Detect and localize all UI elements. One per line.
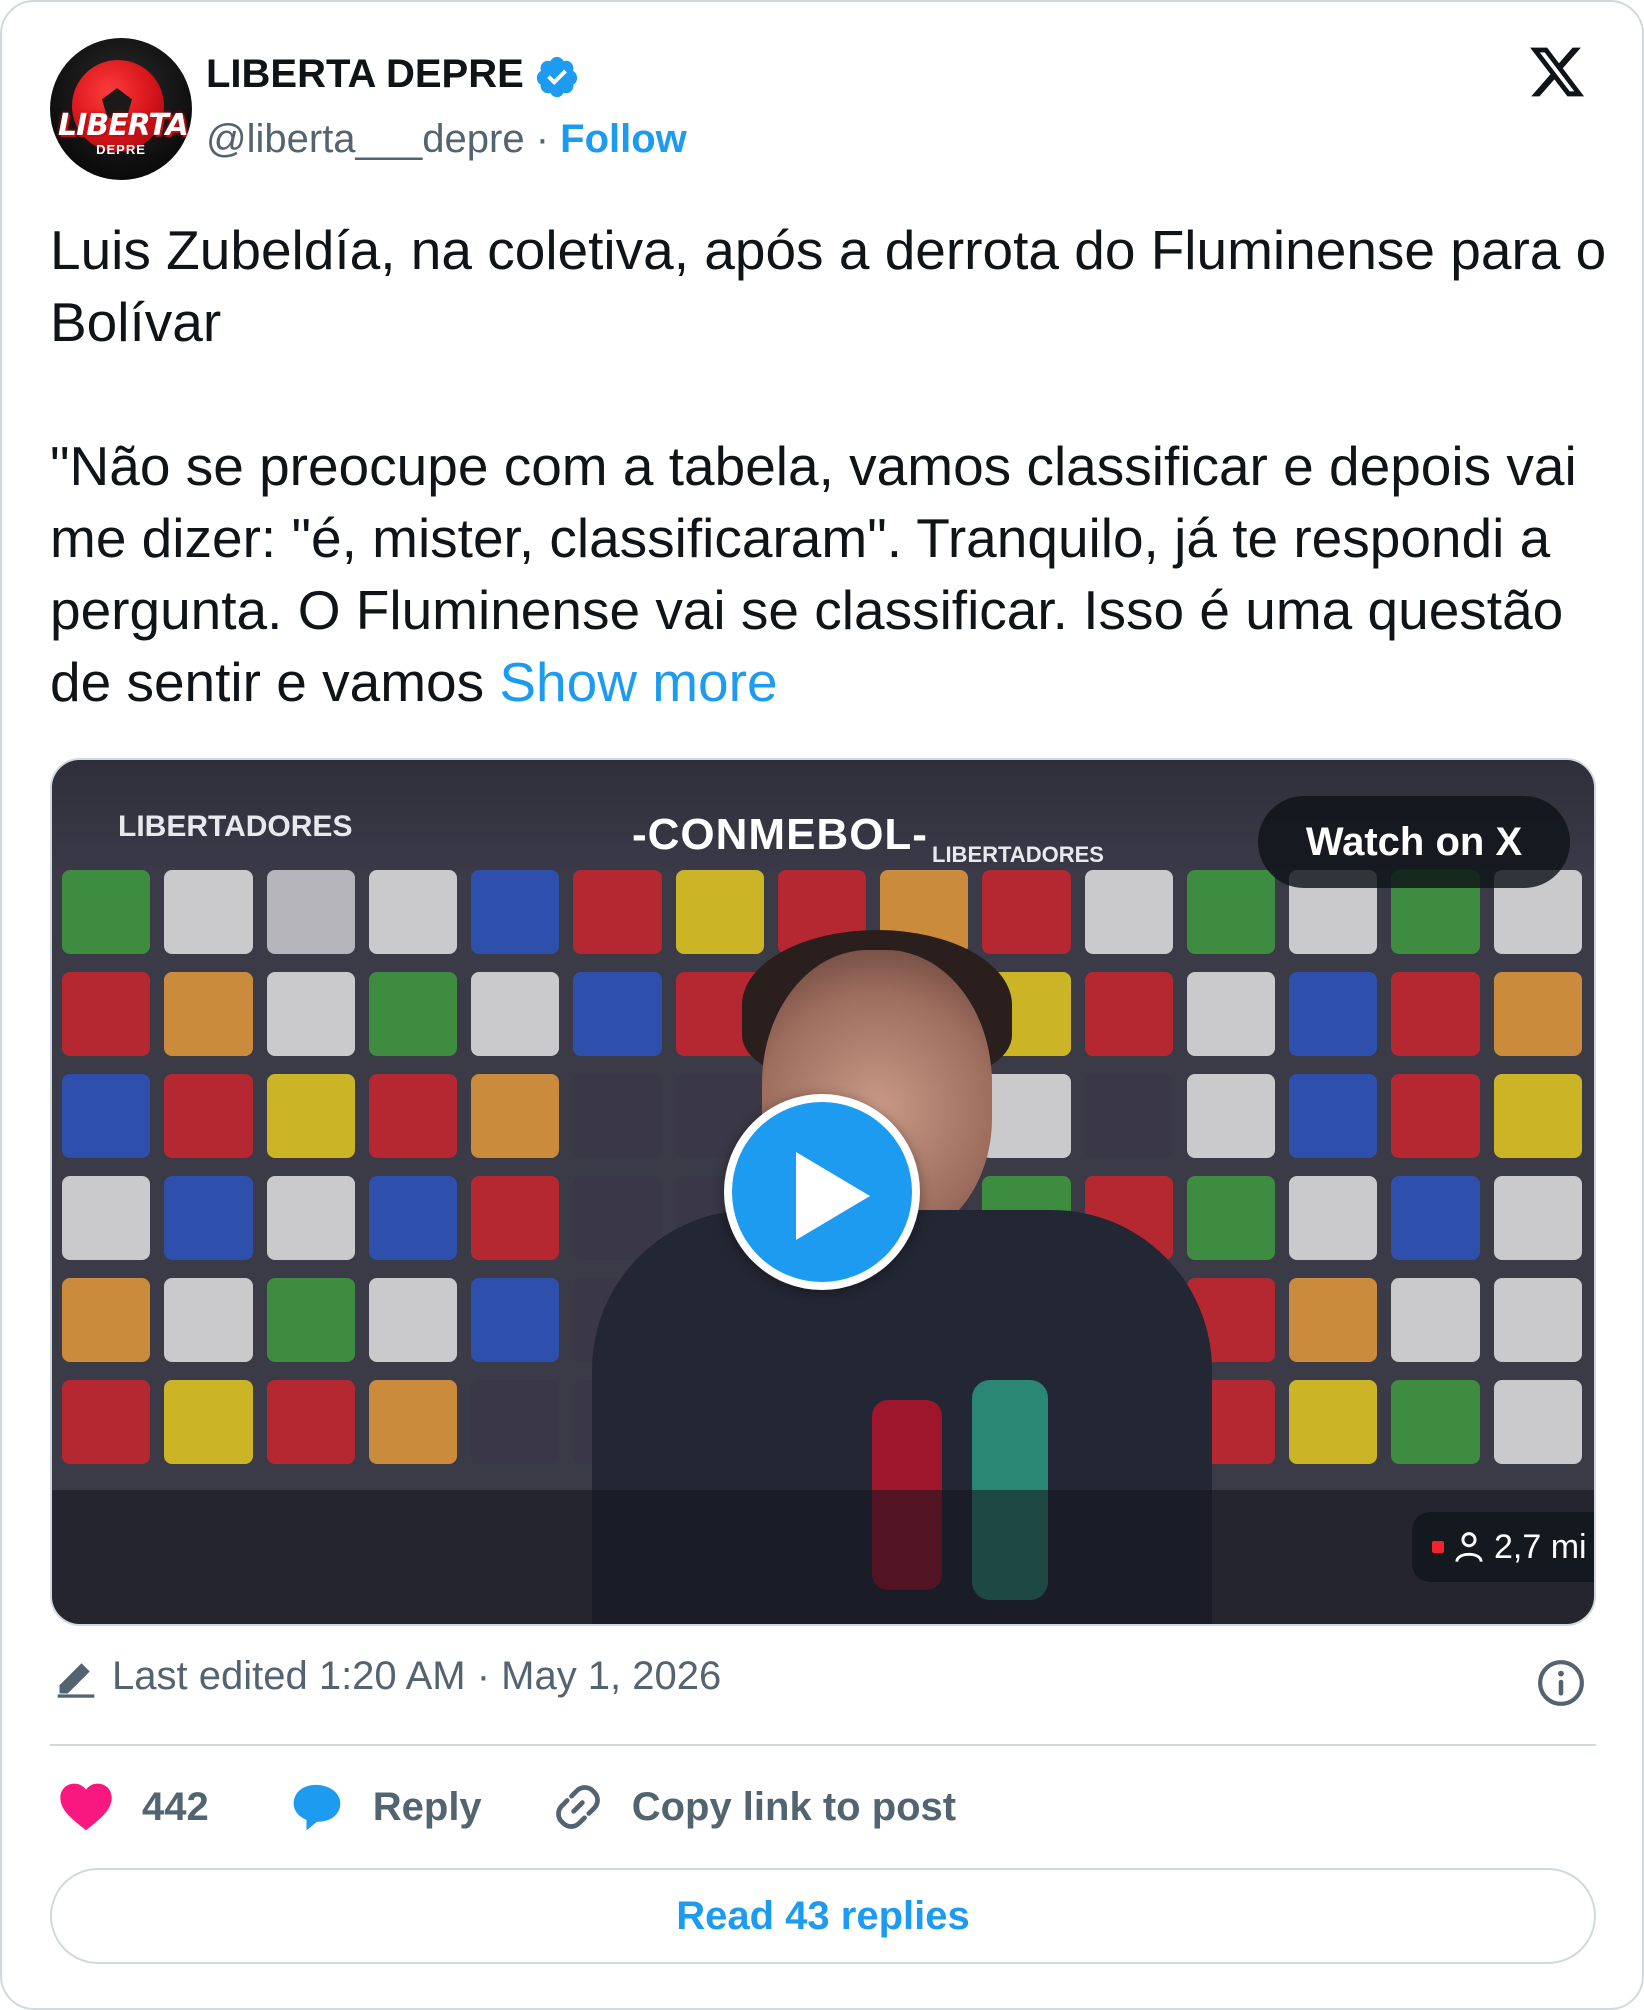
reply-button[interactable]: Reply (289, 1781, 482, 1833)
sponsor-tile (368, 1176, 458, 1260)
sponsor-tile (266, 1380, 355, 1464)
follow-link[interactable]: Follow (560, 117, 687, 161)
sponsor-tile (62, 870, 151, 954)
sponsor-tile (471, 1074, 560, 1158)
sponsor-tile (1493, 972, 1582, 1056)
actions-bar: 442 Reply Copy link to post (58, 1774, 956, 1840)
like-count: 442 (142, 1784, 209, 1829)
sponsor-tile (266, 1278, 355, 1362)
sponsor-tile (1391, 1278, 1480, 1362)
sponsor-tile (164, 1278, 253, 1362)
pencil-icon (57, 1662, 95, 1698)
sponsor-tile (368, 1278, 458, 1362)
author-handle-row: @liberta___depre · Follow (206, 117, 687, 162)
banner-label-center: -CONMEBOL- (632, 810, 928, 859)
verified-badge-icon (536, 56, 578, 98)
last-edited-text[interactable]: Last edited 1:20 AM · May 1, 2026 (112, 1654, 721, 1699)
embedded-post-card: LIBERTA DEPRE LIBERTA DEPRE @liberta___d… (0, 0, 1644, 2010)
sponsor-tile (368, 1074, 458, 1158)
sponsor-tile (1289, 1074, 1378, 1158)
banner-label-left: LIBERTADORES (118, 810, 353, 843)
divider (50, 1744, 1596, 1746)
sponsor-tile (368, 972, 458, 1056)
sponsor-tile (471, 1278, 560, 1362)
reply-bubble-icon (293, 1784, 341, 1831)
reply-label: Reply (372, 1784, 482, 1829)
sponsor-tile (368, 1380, 458, 1464)
sponsor-tile (1289, 972, 1378, 1056)
sponsor-tile (471, 1380, 560, 1464)
sponsor-tile (471, 972, 560, 1056)
viewer-count: 2,7 mi (1494, 1527, 1587, 1566)
sponsor-tile (471, 870, 560, 954)
sponsor-tile (1289, 1176, 1378, 1260)
sponsor-tile (368, 870, 458, 954)
sponsor-tile (62, 1278, 151, 1362)
video-player[interactable]: LIBERTADORES -CONMEBOL- LIBERTADORES Wat… (50, 758, 1596, 1626)
sponsor-tile (62, 1380, 151, 1464)
avatar-logo-subtext: DEPRE (96, 142, 146, 157)
sponsor-tile (1391, 1176, 1480, 1260)
viewer-count-badge: 2,7 mi (1412, 1512, 1594, 1582)
banner-label-right: LIBERTADORES (932, 842, 1104, 867)
author-name[interactable]: LIBERTA DEPRE (206, 52, 524, 97)
show-more-link[interactable]: Show more (499, 651, 777, 713)
sponsor-tile (1289, 1380, 1378, 1464)
sponsor-tile (1493, 1074, 1582, 1158)
sponsor-tile (266, 1176, 355, 1260)
info-icon[interactable] (1536, 1658, 1586, 1708)
sponsor-tile (164, 1380, 253, 1464)
avatar-logo-text: LIBERTA (58, 108, 189, 143)
sponsor-tile (62, 1074, 151, 1158)
sponsor-tile (266, 972, 355, 1056)
person-icon (1455, 1532, 1483, 1562)
live-dot-icon (1432, 1541, 1444, 1553)
sponsor-tile (62, 972, 151, 1056)
sponsor-tile (1391, 1380, 1480, 1464)
post-text-block: Luis Zubeldía, na coletiva, após a derro… (50, 214, 1610, 718)
sponsor-tile (1493, 1176, 1582, 1260)
author-handle[interactable]: @liberta___depre (206, 117, 525, 161)
heart-icon (60, 1783, 112, 1831)
handle-separator: · (524, 117, 561, 161)
copy-link-label: Copy link to post (631, 1784, 957, 1829)
sponsor-tile (1391, 972, 1480, 1056)
play-icon (796, 1152, 870, 1240)
read-replies-button[interactable]: Read 43 replies (50, 1868, 1596, 1964)
sponsor-tile (164, 1176, 253, 1260)
edit-info-row: Last edited 1:20 AM · May 1, 2026 (54, 1654, 721, 1699)
sponsor-tile (164, 972, 253, 1056)
sponsor-tile (266, 870, 355, 954)
sponsor-tile (1289, 1278, 1378, 1362)
post-text: Luis Zubeldía, na coletiva, após a derro… (50, 219, 1607, 713)
sponsor-tile (1493, 1278, 1582, 1362)
watch-on-x-button[interactable]: Watch on X (1258, 796, 1570, 888)
copy-link-button[interactable]: Copy link to post (552, 1781, 956, 1833)
sponsor-tile (1391, 1074, 1480, 1158)
sponsor-tile (164, 870, 253, 954)
link-icon (555, 1785, 600, 1829)
play-button[interactable] (724, 1094, 920, 1290)
like-button[interactable]: 442 (58, 1781, 209, 1833)
sponsor-tile (1493, 1380, 1582, 1464)
sponsor-tile (164, 1074, 253, 1158)
author-avatar[interactable]: LIBERTA DEPRE (50, 38, 192, 180)
sponsor-tile (266, 1074, 355, 1158)
x-logo-icon[interactable] (1524, 42, 1590, 102)
sponsor-tile (62, 1176, 151, 1260)
table-shade (52, 1490, 1594, 1624)
sponsor-tile (471, 1176, 560, 1260)
